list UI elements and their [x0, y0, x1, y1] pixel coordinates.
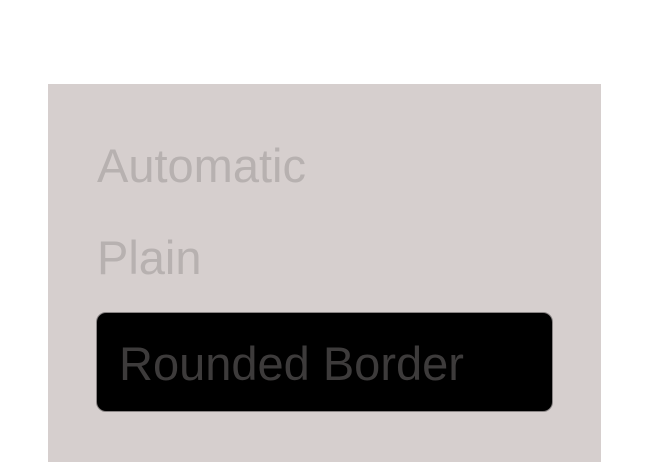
- style-options-panel: Automatic Plain Rounded Border: [48, 84, 601, 462]
- rounded-border-textfield[interactable]: Rounded Border: [96, 312, 553, 412]
- option-automatic[interactable]: Automatic: [97, 142, 306, 189]
- option-plain[interactable]: Plain: [97, 234, 202, 281]
- textfield-label: Rounded Border: [119, 337, 464, 390]
